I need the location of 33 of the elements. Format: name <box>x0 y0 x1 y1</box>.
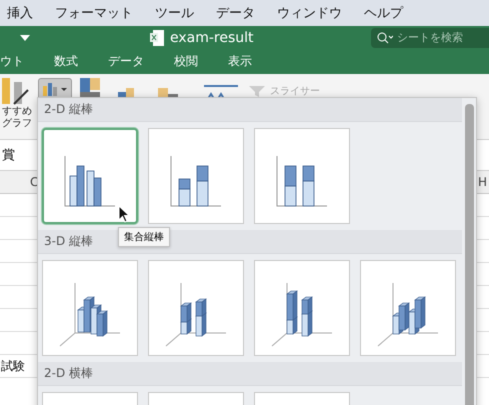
menu-item[interactable]: フォーマット <box>55 4 133 22</box>
ribbon-tab[interactable]: データ <box>108 50 144 74</box>
ribbon-tab[interactable]: 校閲 <box>174 50 198 74</box>
menu-item[interactable]: データ <box>216 4 255 22</box>
window-title: exam-result <box>170 30 254 46</box>
menu-item[interactable]: 挿入 <box>7 4 33 22</box>
menu-item[interactable]: ツール <box>155 4 194 22</box>
spreadsheet-file-icon <box>150 30 164 46</box>
table-cell: 試験 <box>1 358 25 374</box>
chart-type-tile[interactable] <box>254 128 350 224</box>
ribbon-tab[interactable]: ウト <box>0 50 24 74</box>
chart-type-tile[interactable] <box>148 128 244 224</box>
ribbon-tab[interactable]: 表示 <box>228 50 252 74</box>
chart-type-tile[interactable] <box>360 260 456 356</box>
chart-type-tile[interactable] <box>148 260 244 356</box>
mouse-cursor-icon <box>118 205 130 223</box>
ribbon-label: すすめ <box>2 106 32 118</box>
chart-type-tile[interactable] <box>42 128 138 224</box>
ribbon-label: グラフ <box>2 118 32 130</box>
search-icon <box>377 32 393 44</box>
section-header: 2-D 縦棒 <box>38 98 462 122</box>
menu-item[interactable]: ウィンドウ <box>277 4 342 22</box>
scrollbar-thumb[interactable] <box>465 104 474 405</box>
section-header: 2-D 横棒 <box>38 362 462 386</box>
dropdown-arrow-icon[interactable] <box>20 35 30 41</box>
chart-type-tile[interactable] <box>42 260 138 356</box>
cell-text: 賞 <box>2 147 15 164</box>
menu-item[interactable]: ヘルプ <box>364 4 403 22</box>
search-field[interactable]: シートを検索 <box>371 28 489 48</box>
ribbon-tab[interactable]: 数式 <box>54 50 78 74</box>
tooltip: 集合縦棒 <box>118 227 170 247</box>
chart-type-tile[interactable] <box>254 260 350 356</box>
column-header[interactable]: H <box>478 175 487 189</box>
